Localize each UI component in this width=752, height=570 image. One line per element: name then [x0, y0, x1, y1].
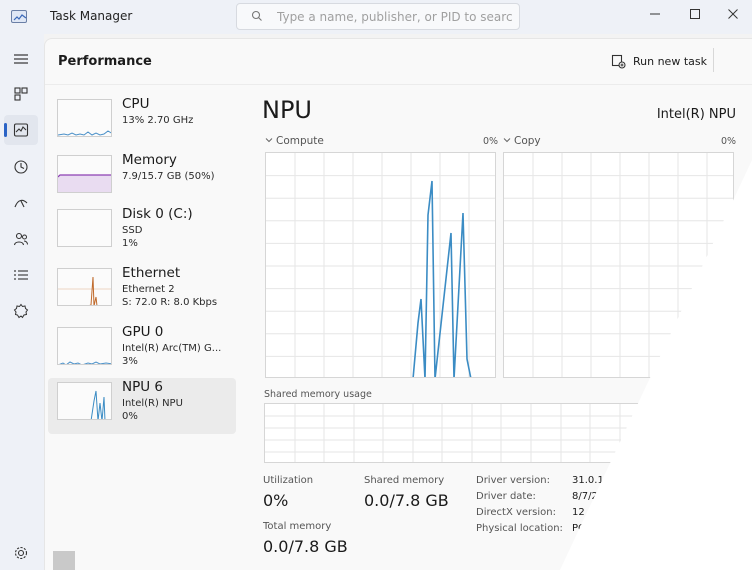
resource-ethernet[interactable]: Ethernet Ethernet 2 S: 72.0 R: 8.0 Kbps	[48, 264, 236, 320]
driver-date-value: 8/7/2023	[572, 491, 617, 502]
nav-users[interactable]	[4, 224, 38, 254]
menu-icon	[14, 54, 28, 64]
performance-icon	[13, 123, 29, 137]
resource-gpu[interactable]: GPU 0 Intel(R) Arc(TM) G... 3%	[48, 323, 236, 379]
shared-memory-usage-label: Shared memory usage	[264, 389, 372, 400]
directx-version-value: 12 (FL 1.0 : Compute)	[572, 507, 682, 518]
copy-graph-label[interactable]: Copy	[503, 135, 541, 147]
page-title: Performance	[58, 54, 152, 69]
resource-name: Memory	[122, 152, 177, 168]
resource-detail-2: S: 72.0 R: 8.0 Kbps	[122, 297, 218, 308]
gpu-mini-graph	[57, 327, 112, 365]
resource-detail: 13% 2.70 GHz	[122, 115, 194, 126]
driver-version-label: Driver version:	[476, 475, 550, 486]
ethernet-mini-graph	[57, 268, 112, 306]
resource-memory[interactable]: Memory 7.9/15.7 GB (50%)	[48, 151, 236, 207]
detail-title: NPU	[262, 96, 312, 124]
resource-disk[interactable]: Disk 0 (C:) SSD 1%	[48, 205, 236, 261]
close-icon	[728, 9, 738, 19]
close-button[interactable]	[714, 0, 752, 28]
settings-button[interactable]	[4, 538, 38, 568]
utilization-label: Utilization	[263, 475, 314, 486]
resource-detail: Intel(R) Arc(TM) G...	[122, 343, 222, 354]
nav-performance[interactable]	[4, 115, 38, 145]
shared-memory-usage-max: 7.8 GB	[703, 389, 736, 400]
menu-button[interactable]	[4, 44, 38, 74]
resource-name: GPU 0	[122, 324, 164, 340]
details-icon	[14, 270, 28, 280]
minimize-icon	[650, 13, 660, 15]
status-square	[53, 551, 75, 570]
total-memory-value: 0.0/7.8 GB	[263, 537, 348, 556]
main-panel: Performance Run new task CPU 13% 2.70 GH…	[44, 38, 752, 570]
title-bar: Task Manager	[0, 0, 752, 34]
header-divider	[45, 84, 752, 85]
compute-label-text: Compute	[276, 135, 324, 147]
nav-startup-apps[interactable]	[4, 188, 38, 218]
run-new-task-label: Run new task	[633, 54, 707, 68]
physical-location-label: Physical location:	[476, 523, 563, 534]
npu-mini-graph	[57, 382, 112, 420]
minimize-button[interactable]	[636, 0, 674, 28]
memory-mini-graph	[57, 155, 112, 193]
search-box[interactable]	[236, 3, 520, 30]
total-memory-label: Total memory	[263, 521, 332, 532]
toolbar-divider	[713, 48, 714, 72]
nav-services[interactable]	[4, 296, 38, 326]
cpu-mini-graph	[57, 99, 112, 137]
shared-memory-value: 0.0/7.8 GB	[364, 491, 449, 510]
resource-name: NPU 6	[122, 379, 164, 395]
resource-detail: Ethernet 2	[122, 284, 175, 295]
search-icon	[251, 10, 262, 21]
resource-detail: Intel(R) NPU	[122, 398, 183, 409]
navigation-rail	[0, 34, 44, 570]
resource-detail: SSD	[122, 225, 143, 236]
chevron-down-icon	[503, 138, 511, 143]
compute-graph-percent: 0%	[483, 136, 499, 147]
utilization-value: 0%	[263, 491, 289, 510]
resource-name: Ethernet	[122, 265, 181, 281]
resource-cpu[interactable]: CPU 13% 2.70 GHz	[48, 95, 236, 151]
startup-apps-icon	[14, 199, 28, 208]
copy-label-text: Copy	[514, 135, 541, 147]
disk-mini-graph	[57, 209, 112, 247]
settings-icon	[14, 546, 28, 560]
shared-memory-graph	[264, 403, 737, 463]
resource-detail-2: 3%	[122, 356, 138, 367]
directx-version-label: DirectX version:	[476, 507, 556, 518]
nav-processes[interactable]	[4, 79, 38, 109]
resource-detail-2: 0%	[122, 411, 138, 422]
driver-version-value: 31.0.100.1351	[572, 475, 646, 486]
driver-date-label: Driver date:	[476, 491, 536, 502]
physical-location-value: PCI bus 0, device 11, function 0	[572, 523, 731, 534]
search-input[interactable]	[277, 8, 512, 26]
maximize-button[interactable]	[676, 0, 714, 28]
maximize-icon	[690, 9, 700, 19]
chevron-down-icon	[265, 138, 273, 143]
resource-name: Disk 0 (C:)	[122, 206, 193, 222]
compute-graph-label[interactable]: Compute	[265, 135, 324, 147]
copy-graph-percent: 0%	[721, 136, 737, 147]
task-manager-app-icon	[11, 10, 27, 23]
processes-icon	[14, 87, 28, 101]
resource-name: CPU	[122, 96, 150, 112]
resource-npu[interactable]: NPU 6 Intel(R) NPU 0%	[48, 378, 236, 434]
detail-model: Intel(R) NPU	[656, 107, 736, 122]
window-title: Task Manager	[50, 9, 133, 23]
nav-app-history[interactable]	[4, 152, 38, 182]
users-icon	[13, 232, 28, 246]
app-history-icon	[14, 160, 28, 174]
run-new-task-button[interactable]: Run new task	[611, 49, 707, 73]
run-task-icon	[611, 54, 626, 69]
resource-detail-2: 1%	[122, 238, 138, 249]
resource-detail: 7.9/15.7 GB (50%)	[122, 171, 215, 182]
services-icon	[13, 303, 29, 319]
compute-graph	[265, 152, 496, 378]
shared-memory-label: Shared memory	[364, 475, 445, 486]
copy-graph	[503, 152, 734, 378]
nav-details[interactable]	[4, 260, 38, 290]
